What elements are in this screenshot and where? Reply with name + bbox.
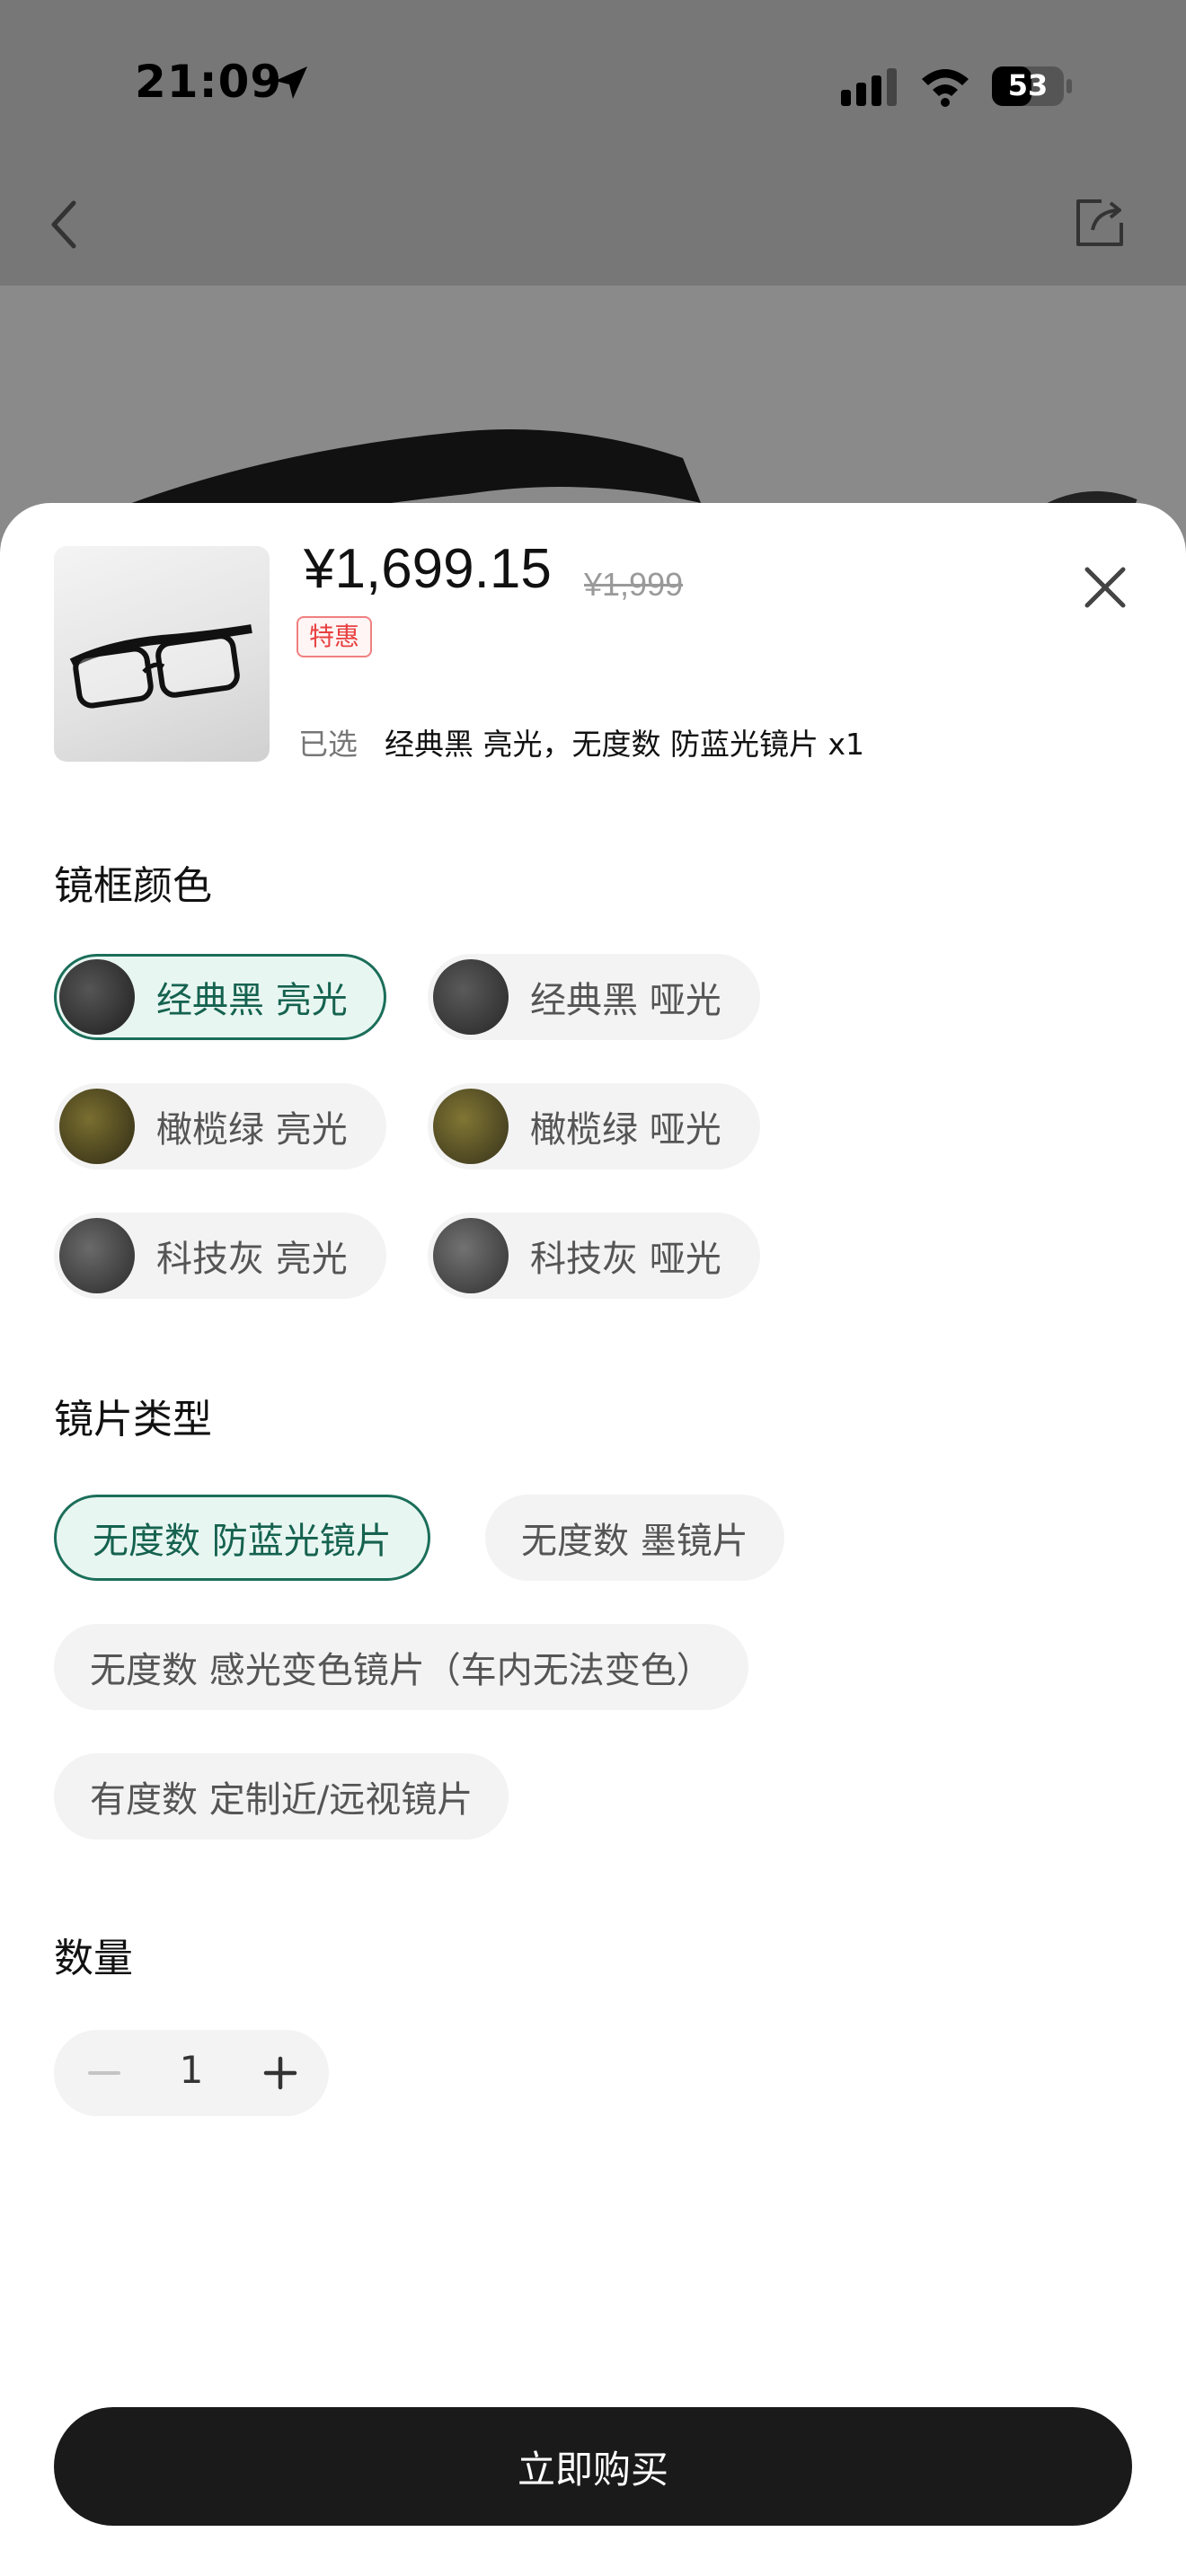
cellular-signal-icon — [841, 68, 897, 106]
frame-option-tech-gray-glossy[interactable]: 科技灰 亮光 — [54, 1213, 386, 1299]
lens-option-photochromic[interactable]: 无度数 感光变色镜片（车内无法变色） — [54, 1624, 748, 1710]
frame-option-label: 经典黑 哑光 — [530, 980, 721, 1021]
quantity-stepper: 1 — [54, 2030, 329, 2116]
buy-now-button[interactable]: 立即购买 — [54, 2407, 1132, 2526]
lens-option-sunglasses[interactable]: 无度数 墨镜片 — [485, 1495, 784, 1581]
back-chevron-icon[interactable] — [47, 198, 83, 251]
selected-summary: 经典黑 亮光，无度数 防蓝光镜片 x1 — [385, 727, 864, 762]
frame-option-classic-black-matte[interactable]: 经典黑 哑光 — [428, 954, 760, 1040]
frame-option-label: 科技灰 哑光 — [530, 1239, 721, 1280]
quantity-title: 数量 — [54, 1936, 133, 1981]
plus-icon[interactable] — [261, 2053, 300, 2093]
product-thumbnail — [54, 546, 270, 762]
wifi-icon — [922, 69, 969, 107]
deal-badge: 特惠 — [296, 616, 373, 657]
frame-swatch-image — [59, 959, 135, 1035]
frame-option-label: 橄榄绿 亮光 — [156, 1109, 348, 1151]
selected-label: 已选 — [298, 727, 358, 762]
frame-option-label: 经典黑 亮光 — [156, 980, 348, 1021]
frame-swatch-image — [433, 959, 509, 1035]
lens-option-label: 无度数 防蓝光镜片 — [93, 1521, 392, 1562]
frame-swatch-image — [433, 1218, 509, 1293]
lens-type-title: 镜片类型 — [54, 1397, 212, 1442]
frame-option-tech-gray-matte[interactable]: 科技灰 哑光 — [428, 1213, 760, 1299]
frame-option-olive-green-glossy[interactable]: 橄榄绿 亮光 — [54, 1083, 386, 1169]
current-price: ¥1,699.15 — [304, 538, 552, 600]
location-arrow-icon — [275, 66, 307, 99]
lens-option-label: 无度数 感光变色镜片（车内无法变色） — [90, 1650, 712, 1691]
lens-option-label: 无度数 墨镜片 — [521, 1521, 748, 1562]
share-icon[interactable] — [1073, 196, 1127, 250]
page-header-background — [0, 0, 1186, 286]
lens-option-prescription[interactable]: 有度数 定制近/远视镜片 — [54, 1753, 509, 1839]
sku-selector-sheet: ¥1,699.15 ¥1,999 特惠 已选 经典黑 亮光，无度数 防蓝光镜片 … — [0, 503, 1186, 2576]
original-price: ¥1,999 — [584, 566, 684, 603]
battery-icon: 53 — [992, 66, 1073, 106]
frame-color-title: 镜框颜色 — [54, 863, 212, 909]
frame-swatch-image — [59, 1218, 135, 1293]
frame-option-olive-green-matte[interactable]: 橄榄绿 哑光 — [428, 1083, 760, 1169]
frame-option-classic-black-glossy[interactable]: 经典黑 亮光 — [54, 954, 386, 1040]
frame-option-label: 科技灰 亮光 — [156, 1239, 348, 1280]
frame-swatch-image — [59, 1089, 135, 1164]
status-time: 21:09 — [135, 56, 283, 108]
frame-swatch-image — [433, 1089, 509, 1164]
close-icon[interactable] — [1078, 560, 1132, 614]
battery-level: 53 — [1007, 68, 1049, 102]
lens-option-blue-light[interactable]: 无度数 防蓝光镜片 — [54, 1495, 430, 1581]
lens-option-label: 有度数 定制近/远视镜片 — [90, 1779, 474, 1821]
frame-option-label: 橄榄绿 哑光 — [530, 1109, 721, 1151]
